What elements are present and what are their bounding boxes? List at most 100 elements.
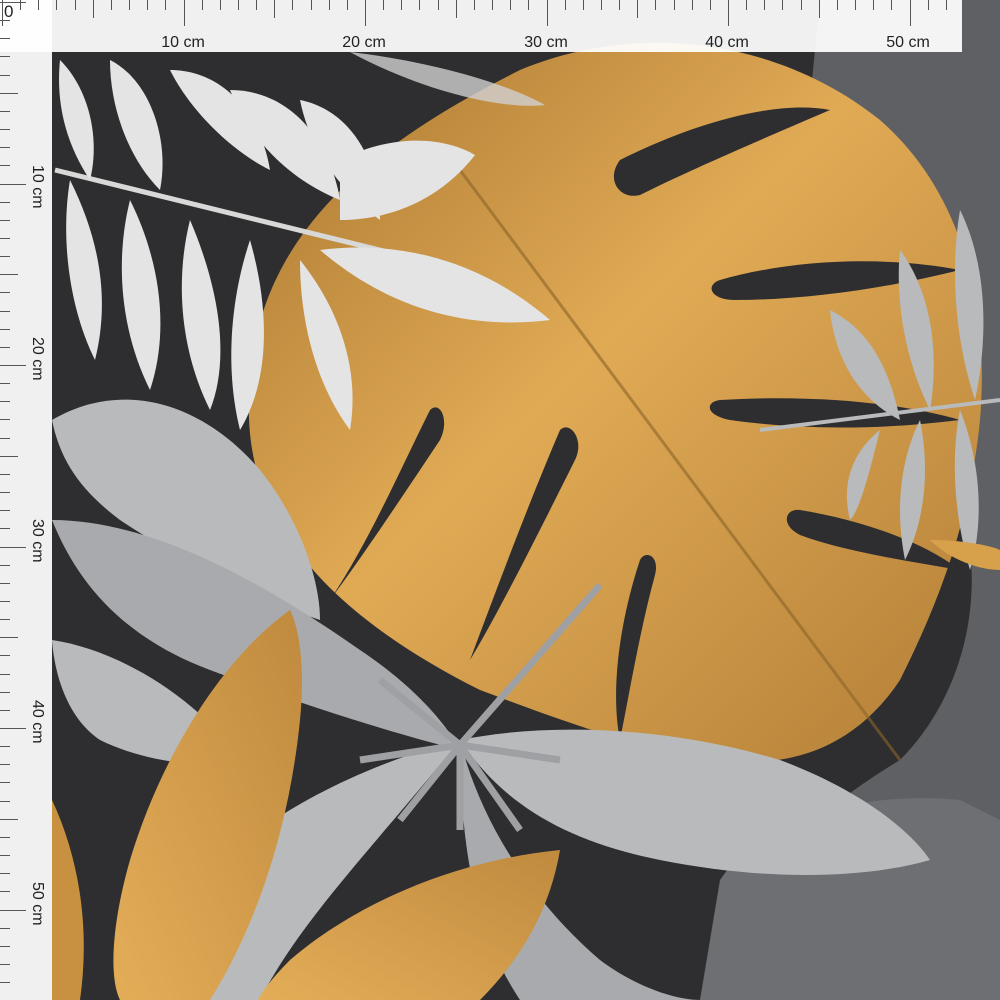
ruler-tick [0,546,26,548]
ruler-tick [256,0,258,10]
ruler-tick [437,0,439,10]
ruler-tick [74,0,76,10]
ruler-tick [237,0,239,10]
ruler-tick [0,728,26,729]
ruler-tick [328,0,330,10]
ruler-tick [0,673,10,675]
ruler-tick [0,219,10,221]
ruler-tick [564,0,566,10]
ruler-top-label: 20 cm [342,34,386,51]
ruler-tick [183,0,185,26]
ruler-tick [582,0,584,10]
ruler-tick [0,455,18,457]
ruler-tick [0,655,10,657]
ruler-tick [129,0,131,10]
ruler-tick [0,746,10,748]
ruler-tick [0,510,10,512]
ruler-tick [891,0,893,10]
ruler-tick [0,691,10,693]
ruler-tick [0,419,10,421]
ruler-tick [219,0,221,10]
ruler-top-label: 40 cm [705,34,749,51]
ruler-tick [0,528,10,530]
ruler-tick [0,110,10,112]
ruler-tick [0,237,10,239]
ruler-tick [0,256,10,258]
ruler-tick [0,782,10,784]
ruler-tick [728,0,729,26]
ruler-tick [0,473,10,475]
ruler-tick [0,20,10,22]
ruler-tick [0,492,10,494]
ruler-tick [383,0,385,10]
ruler-tick [637,0,639,18]
ruler-tick [528,0,530,10]
ruler-tick [0,129,10,131]
ruler-tick [310,0,312,10]
ruler-tick [0,800,10,802]
ruler-tick [0,619,10,621]
ruler-tick [0,310,10,312]
ruler-tick [110,0,112,10]
ruler-left [0,0,52,1000]
ruler-tick [0,2,26,3]
ruler-tick [419,0,421,10]
ruler-tick [818,0,820,18]
ruler-tick [927,0,929,10]
ruler-origin: 0 [4,2,14,21]
ruler-tick [0,92,18,94]
ruler-tick [873,0,875,10]
ruler-tick [0,637,18,639]
ruler-tick [0,328,10,330]
ruler-tick [2,0,3,26]
ruler-tick [201,0,203,10]
ruler-tick [655,0,657,10]
ruler-top [0,0,962,52]
ruler-tick [365,0,366,26]
ruler-tick [0,38,10,40]
ruler-tick [0,836,10,838]
ruler-tick [0,600,10,602]
ruler-tick [855,0,857,10]
ruler-tick [0,201,10,203]
ruler-tick [56,0,58,10]
ruler-top-label: 50 cm [886,34,930,51]
ruler-tick [0,56,10,58]
ruler-tick [0,945,10,947]
ruler-tick [0,855,10,857]
ruler-tick [836,0,838,10]
ruler-tick [401,0,403,10]
ruler-tick [38,0,40,10]
ruler-tick [0,582,10,584]
ruler-tick [0,909,26,911]
ruler-tick [0,927,10,929]
ruler-tick [346,0,348,10]
ruler-tick [909,0,911,26]
ruler-tick [292,0,294,10]
ruler-tick [691,0,693,10]
ruler-tick [0,873,10,875]
ruler-tick [0,818,18,820]
ruler-tick [546,0,548,26]
tropical-leaf-print [0,0,1000,1000]
ruler-tick [945,0,947,10]
ruler-left-label: 50 cm [29,882,46,926]
ruler-tick [0,292,10,294]
ruler-tick [0,165,10,167]
ruler-tick [0,564,10,566]
ruler-top-label: 30 cm [524,34,568,51]
ruler-tick [147,0,149,10]
ruler-tick [600,0,602,10]
ruler-tick [0,74,10,76]
ruler-tick [274,0,276,18]
ruler-tick [0,346,10,348]
ruler-tick [0,147,10,149]
ruler-tick [800,0,802,10]
ruler-tick [764,0,766,10]
ruler-tick [782,0,784,10]
ruler-tick [0,183,26,185]
ruler-tick [492,0,494,10]
ruler-tick [92,0,94,18]
ruler-tick [455,0,457,18]
ruler-left-label: 20 cm [29,337,46,381]
